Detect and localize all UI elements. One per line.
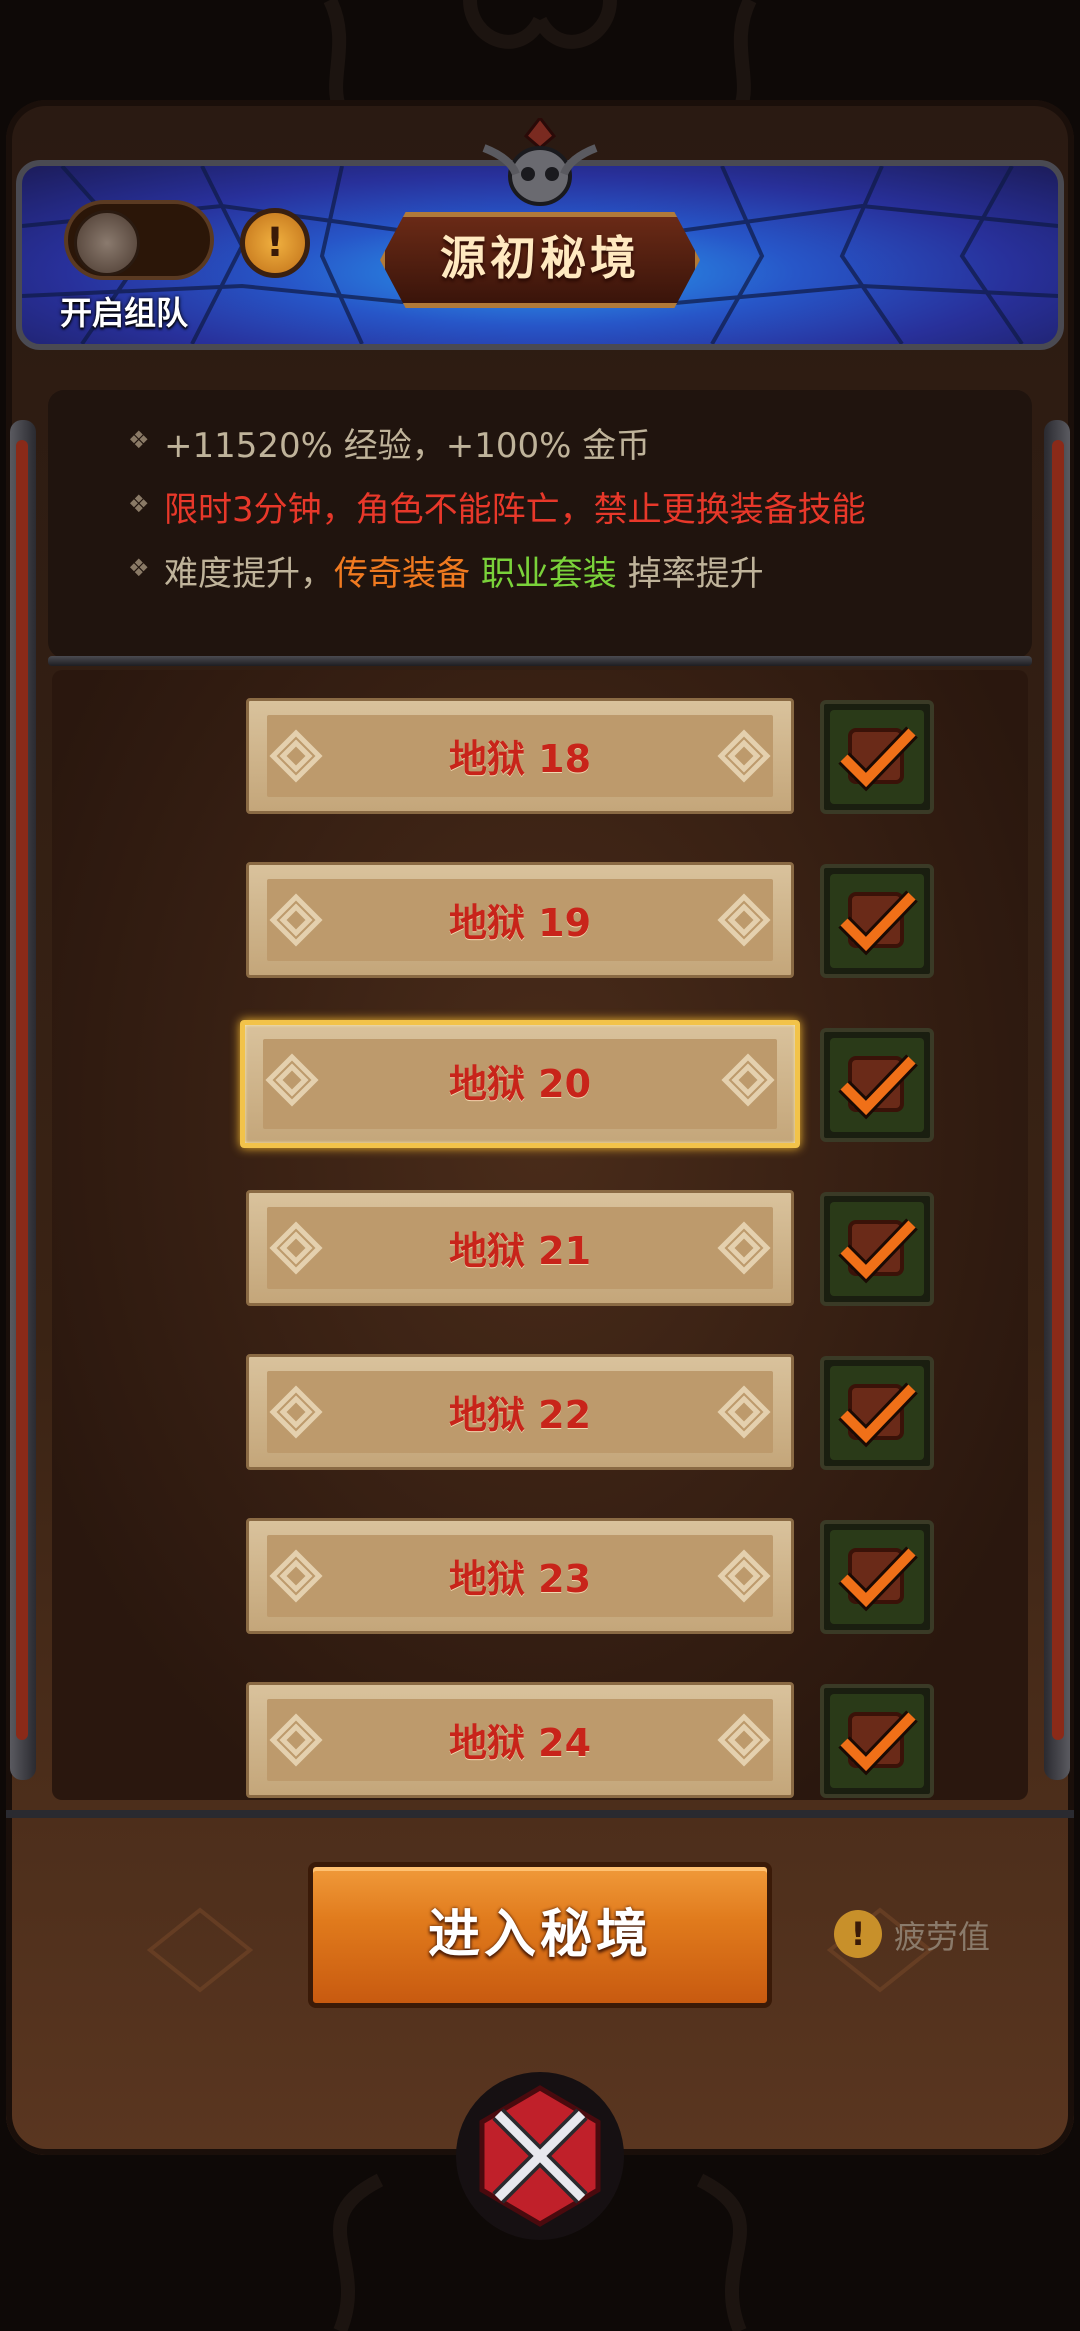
level-label: 地狱 18 bbox=[448, 737, 592, 781]
info-button[interactable]: ! bbox=[240, 208, 310, 278]
drop-rate-prefix: 难度提升， bbox=[164, 554, 334, 594]
class-set-text: 职业套装 bbox=[480, 554, 617, 594]
enter-dungeon-label: 进入秘境 bbox=[427, 1905, 652, 1965]
level-button-hell-22[interactable]: 地狱 22 bbox=[246, 1354, 794, 1470]
toggle-knob bbox=[74, 210, 140, 276]
level-button-hell-19[interactable]: 地狱 19 bbox=[246, 862, 794, 978]
rule-text: 限时3分钟，角色不能阵亡，禁止更换装备技能 bbox=[164, 490, 866, 530]
divider bbox=[48, 656, 1032, 666]
bullet-icon: ❖ bbox=[128, 490, 150, 518]
level-label: 地狱 20 bbox=[448, 1062, 592, 1106]
auto-checkbox-hell-19[interactable] bbox=[820, 864, 934, 978]
skull-emblem-icon bbox=[482, 118, 598, 206]
page-title: 源初秘境 bbox=[440, 231, 640, 285]
legendary-equipment-text: 传奇装备 bbox=[334, 554, 470, 594]
check-icon bbox=[838, 890, 918, 956]
check-icon bbox=[838, 1710, 918, 1776]
exclamation-icon: ! bbox=[265, 220, 285, 266]
left-frame bbox=[10, 420, 36, 1780]
drop-rate-suffix: 掉率提升 bbox=[627, 554, 764, 594]
level-label: 地狱 19 bbox=[448, 901, 592, 945]
level-label: 地狱 23 bbox=[448, 1557, 592, 1601]
auto-checkbox-hell-22[interactable] bbox=[820, 1356, 934, 1470]
level-label: 地狱 24 bbox=[448, 1721, 592, 1765]
level-label: 地狱 22 bbox=[448, 1393, 592, 1437]
auto-checkbox-hell-18[interactable] bbox=[820, 700, 934, 814]
check-icon bbox=[838, 726, 918, 792]
team-toggle-label: 开启组队 bbox=[60, 294, 189, 332]
check-icon bbox=[838, 1382, 918, 1448]
auto-checkbox-hell-23[interactable] bbox=[820, 1520, 934, 1634]
fatigue-info-icon[interactable]: ! bbox=[834, 1910, 882, 1958]
level-button-hell-18[interactable]: 地狱 18 bbox=[246, 698, 794, 814]
check-icon bbox=[838, 1546, 918, 1612]
auto-checkbox-hell-20[interactable] bbox=[820, 1028, 934, 1142]
bullet-icon: ❖ bbox=[128, 554, 150, 582]
auto-checkbox-hell-21[interactable] bbox=[820, 1192, 934, 1306]
level-label: 地狱 21 bbox=[448, 1229, 592, 1273]
check-icon bbox=[838, 1054, 918, 1120]
right-frame bbox=[1044, 420, 1070, 1780]
drop-rate-text: 难度提升，传奇装备 职业套装 掉率提升 bbox=[164, 546, 764, 595]
reward-text: +11520% 经验，+100% 金币 bbox=[164, 426, 651, 466]
fatigue-label[interactable]: 疲劳值 bbox=[894, 1912, 990, 1958]
level-button-hell-24[interactable]: 地狱 24 bbox=[246, 1682, 794, 1798]
auto-checkbox-hell-24[interactable] bbox=[820, 1684, 934, 1798]
level-button-hell-20[interactable]: 地狱 20 bbox=[240, 1020, 800, 1148]
level-button-hell-21[interactable]: 地狱 21 bbox=[246, 1190, 794, 1306]
close-button[interactable] bbox=[454, 2070, 626, 2242]
level-button-hell-23[interactable]: 地狱 23 bbox=[246, 1518, 794, 1634]
bullet-icon: ❖ bbox=[128, 426, 150, 454]
team-toggle[interactable] bbox=[64, 200, 214, 280]
check-icon bbox=[838, 1218, 918, 1284]
